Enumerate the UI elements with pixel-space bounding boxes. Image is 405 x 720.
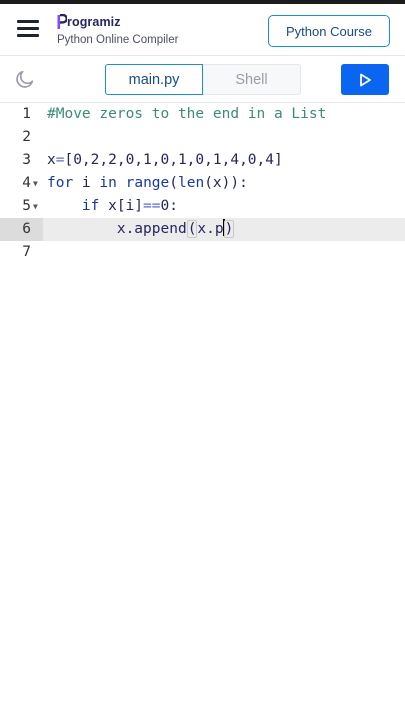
run-button[interactable] (341, 64, 389, 95)
code-editor[interactable]: 1 #Move zeros to the end in a List 2 3 x… (0, 103, 405, 720)
logo-text: rogramiz (67, 15, 121, 29)
tab-main-py[interactable]: main.py (105, 64, 203, 95)
programiz-p-mark-icon (57, 13, 67, 29)
programiz-logo[interactable]: rogramiz (57, 13, 121, 31)
code-line-text: #Move zeros to the end in a List (47, 106, 327, 122)
fold-arrow-icon[interactable]: ▼ (33, 203, 38, 211)
line-number: 5 (22, 198, 31, 214)
editor-toolbar: main.py Shell (0, 56, 405, 103)
play-icon (360, 73, 371, 86)
line-number: 2 (22, 129, 31, 145)
line-number: 1 (22, 106, 31, 122)
code-line: 7 (0, 241, 405, 264)
tab-shell[interactable]: Shell (203, 64, 301, 95)
code-line: 2 (0, 126, 405, 149)
page-subtitle: Python Online Compiler (57, 34, 179, 46)
line-number: 7 (22, 244, 31, 260)
code-line-text: for i in range(len(x)): (47, 175, 248, 191)
code-line-text: if x[i]==0: (81, 198, 178, 214)
line-number: 4 (22, 175, 31, 191)
code-line-text: x.append(x.p) (47, 219, 235, 238)
code-line: 1 #Move zeros to the end in a List (0, 103, 405, 126)
code-line: 5 ▼ if x[i]==0: (0, 195, 405, 218)
fold-arrow-icon[interactable]: ▼ (33, 180, 38, 188)
code-line: 3 x=[0,2,2,0,1,0,1,0,1,4,0,4] (0, 149, 405, 172)
hamburger-menu-icon[interactable] (16, 17, 40, 39)
app-header: rogramiz Python Online Compiler Python C… (0, 4, 405, 56)
code-line-active: 6 x.append(x.p) (0, 218, 405, 241)
line-number: 6 (22, 221, 31, 237)
code-line: 4 ▼ for i in range(len(x)): (0, 172, 405, 195)
code-line-text: x=[0,2,2,0,1,0,1,0,1,4,0,4] (47, 152, 283, 168)
python-course-button[interactable]: Python Course (268, 15, 390, 47)
line-number: 3 (22, 152, 31, 168)
moon-icon[interactable] (14, 68, 36, 90)
